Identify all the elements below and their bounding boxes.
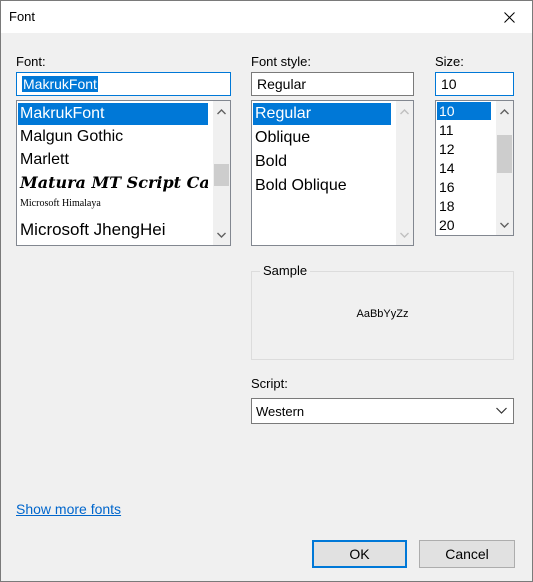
font-name-value: MakrukFont [22, 76, 98, 92]
cancel-button[interactable]: Cancel [419, 540, 515, 568]
sample-preview-text: AaBbYyZz [356, 308, 409, 320]
script-dropdown[interactable]: Western [251, 398, 514, 424]
size-input[interactable]: 10 [435, 72, 514, 96]
size-list-item[interactable]: 14 [437, 159, 491, 177]
style-list-item-regular[interactable]: Regular [253, 103, 391, 125]
ok-button[interactable]: OK [312, 540, 407, 568]
font-style-input[interactable]: Regular [251, 72, 414, 96]
window-title: Font [9, 9, 36, 24]
font-style-list[interactable]: Regular Oblique Bold Bold Oblique [251, 100, 414, 246]
size-scroll-up-button[interactable] [496, 103, 513, 120]
font-list-item-microsoft-himalaya[interactable]: Microsoft Himalaya [18, 195, 208, 213]
chevron-down-icon [400, 232, 409, 238]
chevron-up-icon [400, 108, 409, 114]
chevron-down-icon [496, 407, 507, 414]
close-button[interactable] [486, 1, 532, 33]
style-list-item-oblique[interactable]: Oblique [253, 127, 391, 149]
close-icon [503, 11, 515, 23]
size-list-item[interactable]: 12 [437, 140, 491, 158]
size-list-item[interactable]: 16 [437, 178, 491, 196]
font-style-value: Regular [257, 76, 307, 92]
style-list-item-bold-oblique[interactable]: Bold Oblique [253, 175, 391, 197]
title-bar: Font [1, 1, 532, 33]
chevron-down-icon [217, 232, 226, 238]
sample-label: Sample [260, 263, 311, 278]
chevron-down-icon [500, 222, 509, 228]
size-scroll-thumb[interactable] [497, 135, 512, 173]
style-list-scrollbar[interactable] [396, 101, 413, 245]
font-list-item-matura-mt-script[interactable]: Matura MT Script Capitals [18, 172, 208, 194]
size-list[interactable]: 10 11 12 14 16 18 20 [435, 100, 514, 236]
size-list-item[interactable]: 20 [437, 216, 491, 234]
font-list-item-marlett[interactable]: Marlett [18, 149, 208, 171]
font-scroll-up-button[interactable] [213, 103, 230, 120]
style-list-item-bold[interactable]: Bold [253, 151, 391, 173]
font-label: Font: [16, 54, 46, 69]
font-list-item-microsoft-jhenghei[interactable]: Microsoft JhengHei [18, 218, 208, 242]
font-list[interactable]: MakrukFont Malgun Gothic Marlett Matura … [16, 100, 231, 246]
font-scroll-down-button[interactable] [213, 226, 230, 243]
font-style-label: Font style: [251, 54, 311, 69]
chevron-up-icon [500, 108, 509, 114]
size-label: Size: [435, 54, 464, 69]
font-list-scrollbar[interactable] [213, 101, 230, 245]
script-label: Script: [251, 376, 288, 391]
font-list-item-malgun-gothic[interactable]: Malgun Gothic [18, 126, 208, 148]
size-list-scrollbar[interactable] [496, 101, 513, 235]
size-list-item[interactable]: 18 [437, 197, 491, 215]
font-list-item-makrukfont[interactable]: MakrukFont [18, 103, 208, 125]
size-list-item[interactable]: 11 [437, 121, 491, 139]
font-name-input[interactable]: MakrukFont [16, 72, 231, 96]
script-value: Western [256, 403, 305, 419]
sample-groupbox: Sample AaBbYyZz [251, 263, 514, 360]
font-dialog: Font Font: MakrukFont MakrukFont Malgun … [0, 0, 533, 582]
size-value: 10 [441, 76, 457, 92]
font-scroll-thumb[interactable] [214, 164, 229, 186]
chevron-up-icon [217, 108, 226, 114]
size-scroll-down-button[interactable] [496, 216, 513, 233]
style-scroll-up-button[interactable] [396, 103, 413, 120]
show-more-fonts-link[interactable]: Show more fonts [16, 501, 121, 517]
style-scroll-down-button[interactable] [396, 226, 413, 243]
size-list-item[interactable]: 10 [437, 102, 491, 120]
